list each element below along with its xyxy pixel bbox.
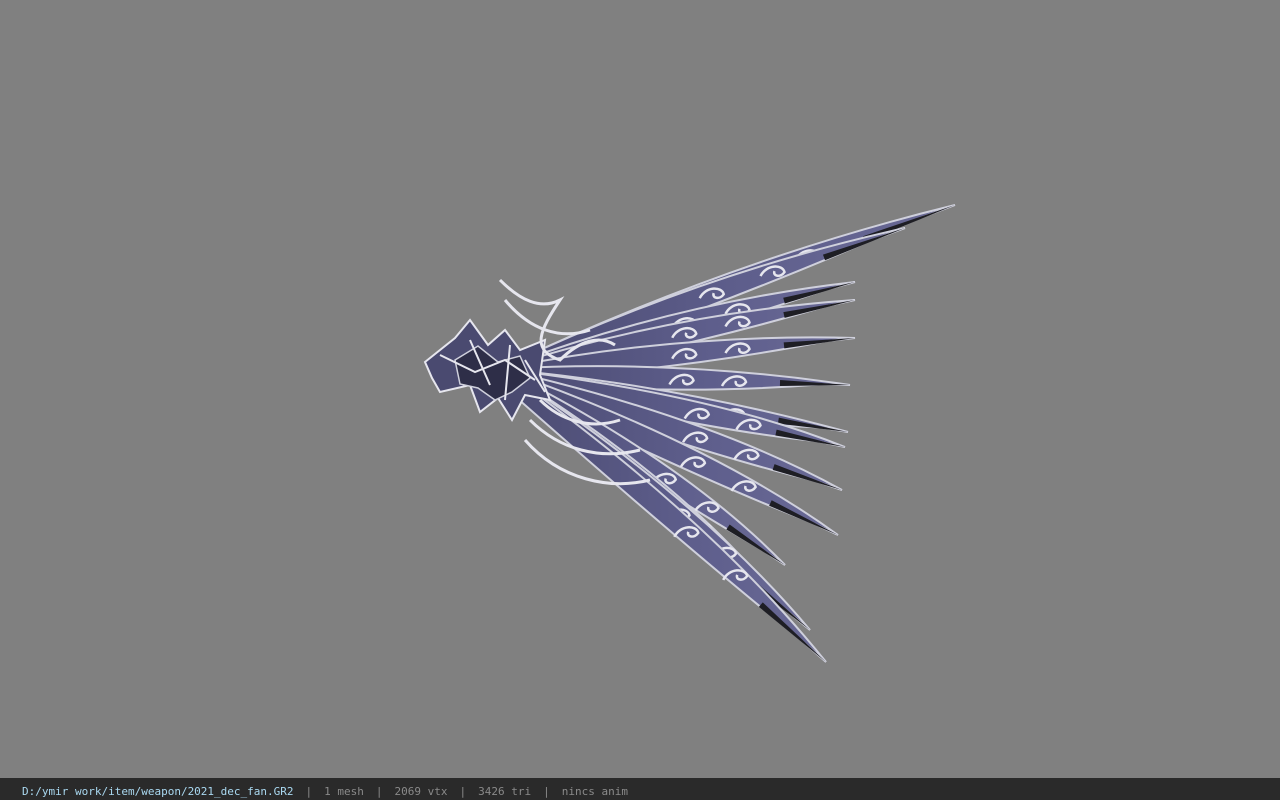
mesh-count-label: 1 mesh [324, 785, 364, 798]
fan-feathers [494, 204, 956, 663]
model-viewport[interactable] [0, 0, 1280, 778]
status-bar: D:/ymir work/item/weapon/2021_dec_fan.GR… [0, 778, 1280, 800]
status-separator: | [305, 785, 313, 798]
feather-tip [772, 464, 842, 490]
status-separator: | [459, 785, 467, 798]
status-separator: | [543, 785, 550, 798]
triangle-count-label: 3426 tri [478, 785, 532, 798]
animation-status-label: nincs anim [561, 785, 628, 798]
status-separator: | [375, 785, 383, 798]
vertex-count-label: 2069 vtx [394, 785, 448, 798]
feather-tip [769, 500, 838, 535]
file-path-label: D:/ymir work/item/weapon/2021_dec_fan.GR… [22, 785, 294, 798]
fan-model-render[interactable] [0, 0, 1280, 778]
